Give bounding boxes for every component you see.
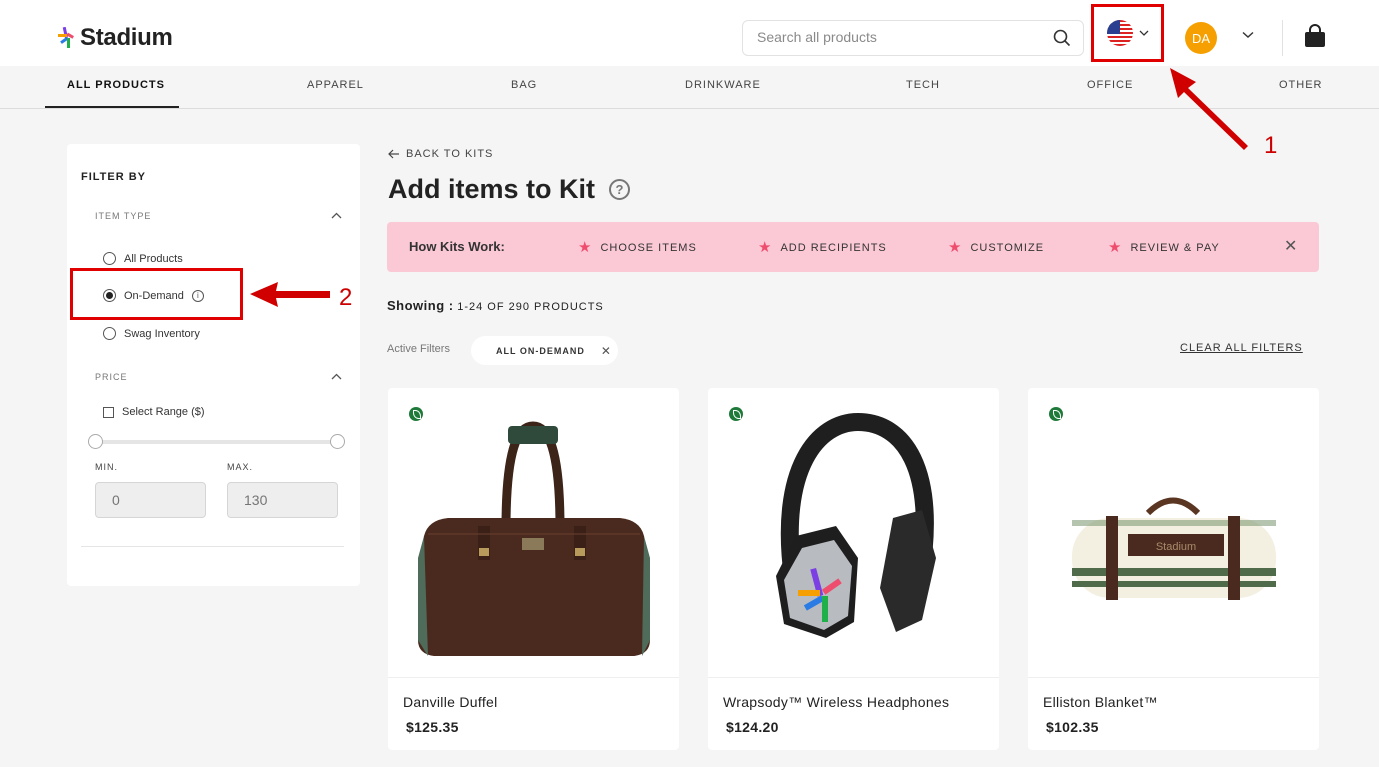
star-icon: ★: [1108, 239, 1123, 256]
chip-label: ALL ON-DEMAND: [496, 345, 585, 356]
select-range-checkbox-row[interactable]: Select Range ($): [103, 406, 205, 418]
close-icon[interactable]: ✕: [1284, 236, 1297, 256]
nav-active-underline: [45, 106, 179, 108]
stadium-logo-icon: [58, 27, 74, 48]
select-range-label: Select Range ($): [122, 406, 205, 418]
leaf-icon: [1049, 407, 1063, 421]
min-label: MIN.: [95, 462, 118, 472]
product-name[interactable]: Wrapsody™ Wireless Headphones: [723, 694, 949, 710]
active-filters-label: Active Filters: [387, 343, 450, 355]
radio-button[interactable]: [103, 252, 116, 265]
radio-swag-inventory[interactable]: Swag Inventory: [103, 327, 200, 340]
product-image-headphones[interactable]: [708, 408, 999, 676]
annotation-highlight-on-demand: [70, 268, 243, 320]
step-review-pay: ★ REVIEW & PAY: [1108, 240, 1220, 255]
price-slider-max-handle[interactable]: [330, 434, 345, 449]
back-to-kits-link[interactable]: BACK TO KITS: [388, 148, 493, 160]
item-type-heading[interactable]: ITEM TYPE: [95, 211, 151, 221]
step-choose-items: ★ CHOOSE ITEMS: [578, 240, 697, 255]
product-price: $102.35: [1046, 719, 1099, 735]
nav-drinkware[interactable]: DRINKWARE: [685, 79, 761, 91]
filter-title: FILTER BY: [81, 171, 147, 183]
card-divider: [708, 677, 999, 678]
product-card[interactable]: Wrapsody™ Wireless Headphones $124.20: [708, 388, 999, 750]
nav-other[interactable]: OTHER: [1279, 79, 1323, 91]
step-label: CUSTOMIZE: [970, 241, 1045, 254]
blanket-brand-text: Stadium: [1156, 541, 1196, 553]
annotation-number-2: 2: [339, 284, 353, 311]
radio-label: All Products: [124, 252, 183, 265]
category-nav: ALL PRODUCTS APPAREL BAG DRINKWARE TECH …: [0, 66, 1379, 109]
clear-all-filters-link[interactable]: CLEAR ALL FILTERS: [1180, 342, 1303, 354]
nav-apparel[interactable]: APPAREL: [307, 79, 364, 91]
step-label: REVIEW & PAY: [1130, 241, 1220, 254]
max-label: MAX.: [227, 462, 254, 472]
search-input[interactable]: [757, 29, 1037, 45]
nav-all-products[interactable]: ALL PRODUCTS: [67, 79, 165, 91]
star-icon: ★: [578, 239, 593, 256]
card-divider: [388, 677, 679, 678]
radio-label: Swag Inventory: [124, 327, 200, 340]
chevron-up-icon[interactable]: [331, 212, 342, 219]
locale-selector[interactable]: [1091, 4, 1164, 62]
logo-text: Stadium: [80, 24, 173, 51]
nav-bag[interactable]: BAG: [511, 79, 537, 91]
us-flag-icon: [1106, 20, 1133, 46]
showing-count: 1-24 OF 290 PRODUCTS: [457, 301, 604, 313]
page-title: Add items to Kit ?: [388, 174, 630, 205]
results-count: Showing : 1-24 OF 290 PRODUCTS: [387, 298, 604, 313]
step-label: CHOOSE ITEMS: [600, 241, 697, 254]
header: Stadium DA: [0, 0, 1379, 66]
page-title-text: Add items to Kit: [388, 174, 595, 204]
close-icon[interactable]: ✕: [601, 344, 612, 358]
step-customize: ★ CUSTOMIZE: [948, 240, 1044, 255]
radio-button[interactable]: [103, 327, 116, 340]
step-add-recipients: ★ ADD RECIPIENTS: [758, 240, 887, 255]
leaf-icon: [409, 407, 423, 421]
product-image-blanket[interactable]: Stadium: [1028, 408, 1319, 676]
avatar[interactable]: DA: [1185, 22, 1217, 54]
sidebar-divider: [81, 546, 344, 547]
cart-bag-icon[interactable]: [1303, 24, 1327, 48]
product-card[interactable]: Stadium Elliston Blanket™ $102.35: [1028, 388, 1319, 750]
star-icon: ★: [758, 239, 773, 256]
logo[interactable]: Stadium: [58, 24, 173, 52]
nav-tech[interactable]: TECH: [906, 79, 940, 91]
active-filter-chip[interactable]: ALL ON-DEMAND ✕: [471, 336, 618, 365]
chevron-down-icon[interactable]: [1242, 31, 1254, 39]
header-divider: [1282, 20, 1283, 56]
product-name[interactable]: Danville Duffel: [403, 694, 498, 710]
chevron-up-icon[interactable]: [331, 373, 342, 380]
step-label: ADD RECIPIENTS: [780, 241, 887, 254]
product-card[interactable]: Danville Duffel $125.35: [388, 388, 679, 750]
product-price: $125.35: [406, 719, 459, 735]
product-name[interactable]: Elliston Blanket™: [1043, 694, 1158, 710]
product-price: $124.20: [726, 719, 779, 735]
price-slider-track[interactable]: [95, 440, 338, 444]
showing-label: Showing :: [387, 298, 454, 313]
max-price-input[interactable]: [227, 482, 338, 518]
product-image-duffel[interactable]: [388, 408, 679, 676]
radio-all-products[interactable]: All Products: [103, 252, 183, 265]
leaf-icon: [729, 407, 743, 421]
arrow-left-icon: [388, 149, 399, 159]
min-price-input[interactable]: [95, 482, 206, 518]
search-box[interactable]: [742, 20, 1084, 56]
help-icon[interactable]: ?: [609, 179, 630, 200]
how-kits-work-banner: How Kits Work: ★ CHOOSE ITEMS ★ ADD RECI…: [387, 222, 1319, 272]
back-label: BACK TO KITS: [406, 148, 494, 160]
filter-sidebar: FILTER BY ITEM TYPE All Products On-Dema…: [67, 144, 360, 586]
select-range-checkbox[interactable]: [103, 406, 114, 418]
chevron-down-icon: [1139, 30, 1148, 36]
card-divider: [1028, 677, 1319, 678]
banner-title: How Kits Work:: [409, 239, 505, 254]
star-icon: ★: [948, 239, 963, 256]
price-slider-min-handle[interactable]: [88, 434, 103, 449]
price-heading[interactable]: PRICE: [95, 372, 128, 382]
search-icon[interactable]: [1053, 29, 1071, 47]
annotation-number-1: 1: [1264, 132, 1278, 159]
nav-office[interactable]: OFFICE: [1087, 79, 1133, 91]
